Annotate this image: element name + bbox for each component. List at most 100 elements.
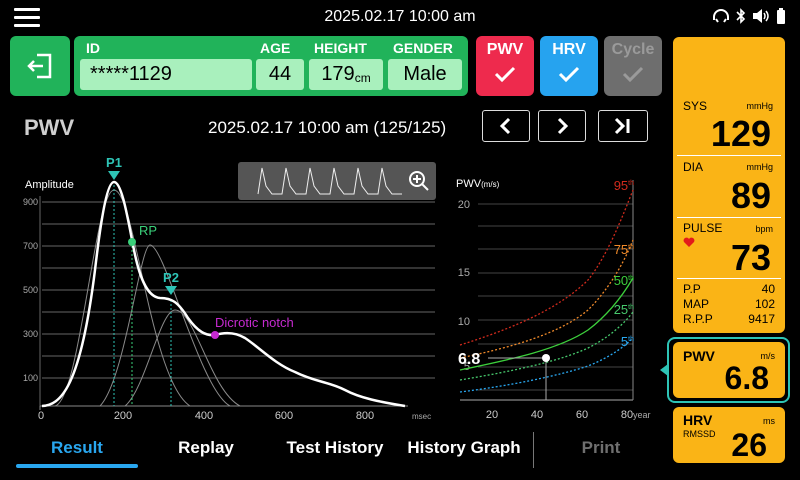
map-value: 102 (754, 297, 775, 311)
p1-component-curve (54, 189, 191, 407)
bluetooth-icon (736, 8, 746, 29)
height-label: HEIGHT (314, 40, 367, 56)
percentile-5-label: 5th (621, 334, 634, 349)
amplitude-axis-label: Amplitude (25, 179, 74, 191)
pwv-axis-label-text: PWV (456, 178, 482, 190)
pwv-y-tick: 15 (458, 267, 470, 279)
dia-value: 89 (730, 175, 771, 216)
p1-label: P1 (106, 155, 122, 170)
heart-icon (683, 237, 695, 247)
pulse-unit: bpm (755, 224, 773, 234)
percentile-50-label: 50th (614, 273, 634, 288)
pwv-x-tick: 80 (621, 409, 633, 421)
age-field: 44 (256, 59, 304, 90)
height-unit: cm (354, 70, 371, 85)
pwv-x-tick: 40 (531, 409, 543, 421)
percentile-50-text: 50 (614, 273, 628, 288)
y-tick: 900 (23, 197, 38, 207)
previous-button[interactable] (482, 110, 530, 142)
last-record-button[interactable] (598, 110, 648, 142)
chevron-left-icon (499, 117, 511, 135)
status-icons (712, 8, 786, 29)
pwv-result-panel[interactable]: PWV m/s 6.8 (673, 342, 785, 398)
percentile-95-label: 95th (614, 178, 634, 193)
pwv-axis-label: PWV(m/s) (456, 178, 500, 190)
skip-to-end-icon (614, 117, 630, 135)
dia-label: DIA (683, 160, 704, 174)
tab-replay[interactable]: Replay (150, 438, 262, 458)
patient-id-value: *****1129 (90, 63, 172, 85)
map-label: MAP (683, 297, 710, 311)
p2-label: P2 (163, 270, 179, 285)
y-tick: 500 (23, 285, 38, 295)
hrv-result-sublabel: RMSSD (683, 429, 716, 439)
hrv-result-label: HRV (683, 412, 713, 428)
active-tab-indicator (16, 464, 138, 468)
x-tick: 200 (114, 410, 132, 422)
tab-print[interactable]: Print (545, 438, 657, 458)
hrv-result-value: 26 (731, 427, 767, 463)
pwv-x-unit: year (633, 410, 651, 420)
next-button[interactable] (538, 110, 586, 142)
gender-field: Male (388, 59, 462, 90)
rpp-label: R.P.P (683, 312, 713, 326)
divider (677, 278, 781, 279)
sys-value: 129 (710, 113, 771, 154)
gender-value: Male (403, 63, 447, 85)
divider (677, 155, 781, 156)
x-tick: 600 (275, 410, 293, 422)
tab-history-graph[interactable]: History Graph (402, 438, 526, 458)
age-value: 44 (268, 63, 292, 85)
x-tick: 0 (38, 410, 44, 422)
cycle-mode-button[interactable]: Cycle (604, 36, 662, 96)
divider (677, 217, 781, 218)
cycle-mode-label: Cycle (611, 41, 655, 58)
pulse-waveform-line (41, 180, 406, 408)
pp-value: 40 (761, 282, 775, 296)
tab-divider (533, 432, 534, 468)
x-tick: 400 (195, 410, 213, 422)
selection-pointer-icon (660, 364, 668, 376)
patient-info-panel: ID *****1129 AGE 44 HEIGHT 179 cm GENDER … (74, 36, 468, 96)
exit-button[interactable] (10, 36, 70, 96)
vitals-panel: SYS mmHg 129 DIA mmHg 89 PULSE bpm 73 P.… (673, 37, 785, 333)
pwv-axis-unit: (m/s) (481, 180, 500, 189)
headset-icon (712, 8, 730, 29)
pwv-mode-button[interactable]: PWV (476, 36, 534, 96)
pwv-x-tick: 20 (486, 409, 498, 421)
rp-label: RP (139, 223, 157, 238)
percentile-95-text: 95 (614, 178, 628, 193)
check-icon (622, 66, 644, 83)
waveform-thumbnail[interactable] (238, 162, 436, 200)
age-label: AGE (260, 40, 291, 56)
percentile-25-text: 25 (614, 302, 628, 317)
rpp-value: 9417 (748, 312, 775, 326)
dicrotic-notch-dot (211, 331, 219, 339)
x-tick: 800 (356, 410, 374, 422)
x-unit: msec (412, 412, 431, 421)
tab-result[interactable]: Result (16, 438, 138, 458)
hrv-mode-label: HRV (552, 41, 586, 58)
pwv-result-value: 6.8 (724, 360, 769, 396)
percentile-95-curve (459, 189, 634, 346)
sys-unit: mmHg (746, 101, 774, 111)
pulse-value: 73 (730, 237, 771, 278)
zoom-in-icon[interactable] (408, 170, 430, 192)
p1-marker-icon (108, 171, 120, 180)
pp-label: P.P (683, 282, 701, 296)
patient-id-field: *****1129 (80, 59, 252, 90)
exit-icon (27, 53, 52, 79)
y-tick: 700 (23, 241, 38, 251)
tab-test-history[interactable]: Test History (276, 438, 394, 458)
pwv-x-tick: 60 (576, 409, 588, 421)
pwv-percentile-chart: PWV(m/s) 20 15 10 5 20 40 60 80 year 95t… (456, 178, 651, 421)
sys-label: SYS (683, 99, 708, 113)
hrv-result-panel[interactable]: HRV RMSSD ms 26 (673, 407, 785, 463)
speaker-icon (752, 8, 770, 29)
hrv-mode-button[interactable]: HRV (540, 36, 598, 96)
rp-marker-dot (128, 238, 136, 246)
thumbnail-waveform (257, 167, 402, 195)
record-info: 2025.02.17 10:00 am (125/125) (208, 118, 447, 137)
dicrotic-notch-label: Dicrotic notch (215, 315, 294, 330)
hrv-result-unit: ms (763, 416, 775, 426)
